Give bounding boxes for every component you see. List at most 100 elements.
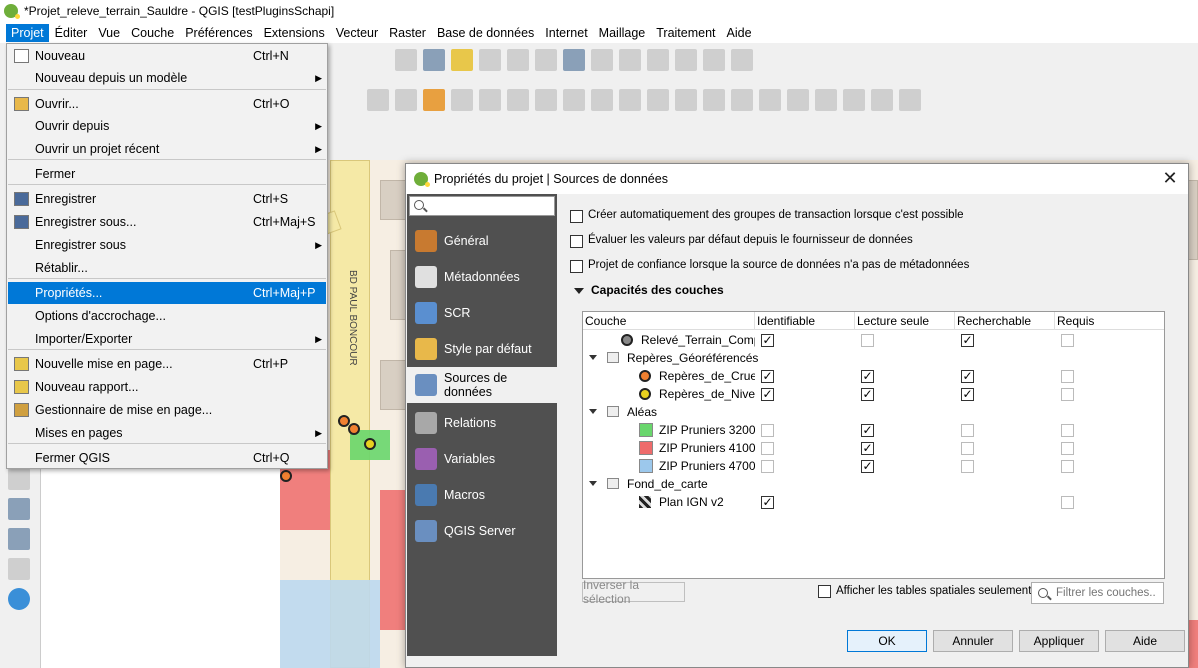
tool-icon[interactable] xyxy=(8,558,30,580)
readonly-checkbox[interactable] xyxy=(861,334,874,347)
toolbar-tool-icon[interactable] xyxy=(535,89,557,111)
toolbar-tool-icon[interactable] xyxy=(647,89,669,111)
identifiable-checkbox[interactable]: ✓ xyxy=(761,496,774,509)
filter-layers-input[interactable] xyxy=(1031,582,1164,604)
readonly-checkbox[interactable]: ✓ xyxy=(861,442,874,455)
layer-capabilities-table[interactable]: Couche Identifiable Lecture seule Rechercha… xyxy=(582,311,1165,579)
toolbar-tool-icon[interactable] xyxy=(731,49,753,71)
sidebar-item-macros[interactable]: Macros xyxy=(407,477,557,513)
identifiable-checkbox[interactable] xyxy=(761,442,774,455)
menu-item-0[interactable]: Nouveau Ctrl+N xyxy=(8,45,326,67)
menu-item-13[interactable]: Nouvelle mise en page... Ctrl+P xyxy=(8,353,326,375)
table-row[interactable]: ZIP Pruniers 3200 ✓ xyxy=(583,421,1164,439)
toolbar-tool-icon[interactable] xyxy=(507,49,529,71)
readonly-checkbox[interactable]: ✓ xyxy=(861,388,874,401)
menu-3[interactable]: Couche xyxy=(126,24,179,42)
required-checkbox[interactable] xyxy=(1061,496,1074,509)
column-header[interactable]: Requis xyxy=(1057,314,1094,328)
searchable-checkbox[interactable]: ✓ xyxy=(961,334,974,347)
toolbar-tool-icon[interactable] xyxy=(563,89,585,111)
option-checkbox-2[interactable] xyxy=(570,260,583,273)
toolbar-tool-icon[interactable] xyxy=(563,49,585,71)
menu-item-11[interactable]: Options d'accrochage... xyxy=(8,305,326,327)
toolbar-tool-icon[interactable] xyxy=(731,89,753,111)
help-button[interactable]: Aide xyxy=(1105,630,1185,652)
required-checkbox[interactable] xyxy=(1061,334,1074,347)
table-row[interactable]: ZIP Pruniers 4100 ✓ xyxy=(583,439,1164,457)
sidebar-item-relations[interactable]: Relations xyxy=(407,405,557,441)
section-header[interactable]: Capacités des couches xyxy=(574,283,724,297)
required-checkbox[interactable] xyxy=(1061,370,1074,383)
toolbar-tool-icon[interactable] xyxy=(703,89,725,111)
menu-9[interactable]: Internet xyxy=(540,24,592,42)
sidebar-item-server[interactable]: QGIS Server xyxy=(407,513,557,549)
column-header[interactable]: Identifiable xyxy=(757,314,815,328)
table-row[interactable]: Aléas xyxy=(583,403,1164,421)
toolbar-tool-icon[interactable] xyxy=(451,49,473,71)
toolbar-tool-icon[interactable] xyxy=(759,89,781,111)
toolbar-tool-icon[interactable] xyxy=(675,89,697,111)
chevron-down-icon[interactable] xyxy=(589,355,597,360)
column-header[interactable]: Lecture seule xyxy=(857,314,929,328)
option-checkbox-1[interactable] xyxy=(570,235,583,248)
tool-icon[interactable] xyxy=(8,528,30,550)
toolbar-tool-icon[interactable] xyxy=(395,49,417,71)
toolbar-tool-icon[interactable] xyxy=(619,49,641,71)
cancel-button[interactable]: Annuler xyxy=(933,630,1013,652)
searchable-checkbox[interactable]: ✓ xyxy=(961,388,974,401)
menu-item-14[interactable]: Nouveau rapport... xyxy=(8,376,326,398)
readonly-checkbox[interactable]: ✓ xyxy=(861,424,874,437)
menu-item-6[interactable]: Enregistrer Ctrl+S xyxy=(8,188,326,210)
sidebar-item-variables[interactable]: Variables xyxy=(407,441,557,477)
apply-button[interactable]: Appliquer xyxy=(1019,630,1099,652)
table-row[interactable]: Repères_Géoréférencés xyxy=(583,349,1164,367)
ok-button[interactable]: OK xyxy=(847,630,927,652)
table-row[interactable]: Repères_de_Nivell... ✓ ✓ ✓ xyxy=(583,385,1164,403)
toolbar-tool-icon[interactable] xyxy=(619,89,641,111)
column-header[interactable]: Couche xyxy=(585,314,626,328)
sidebar-item-brush[interactable]: Style par défaut xyxy=(407,331,557,367)
tool-icon[interactable] xyxy=(8,468,30,490)
refresh-icon[interactable] xyxy=(8,588,30,610)
searchable-checkbox[interactable] xyxy=(961,424,974,437)
toolbar-tool-icon[interactable] xyxy=(815,89,837,111)
toolbar-tool-icon[interactable] xyxy=(843,89,865,111)
menu-item-16[interactable]: Mises en pages ▶ xyxy=(8,422,326,444)
sidebar-item-metadata[interactable]: Métadonnées xyxy=(407,259,557,295)
table-row[interactable]: Plan IGN v2 ✓ xyxy=(583,493,1164,511)
menu-item-9[interactable]: Rétablir... xyxy=(8,257,326,279)
toolbar-tool-icon[interactable] xyxy=(591,49,613,71)
searchable-checkbox[interactable]: ✓ xyxy=(961,370,974,383)
identifiable-checkbox[interactable] xyxy=(761,424,774,437)
required-checkbox[interactable] xyxy=(1061,460,1074,473)
menu-12[interactable]: Aide xyxy=(722,24,757,42)
searchable-checkbox[interactable] xyxy=(961,460,974,473)
menu-item-5[interactable]: Fermer xyxy=(8,163,326,185)
toolbar-tool-icon[interactable] xyxy=(479,89,501,111)
close-icon[interactable]: ✕ xyxy=(1160,168,1180,189)
menu-8[interactable]: Base de données xyxy=(432,24,539,42)
menu-item-12[interactable]: Importer/Exporter ▶ xyxy=(8,328,326,350)
toolbar-tool-icon[interactable] xyxy=(899,89,921,111)
menu-7[interactable]: Raster xyxy=(384,24,431,42)
readonly-checkbox[interactable]: ✓ xyxy=(861,370,874,383)
sidebar-search-input[interactable] xyxy=(409,196,555,216)
table-row[interactable]: ZIP Pruniers 4700 ✓ xyxy=(583,457,1164,475)
menu-item-15[interactable]: Gestionnaire de mise en page... xyxy=(8,399,326,421)
chevron-down-icon[interactable] xyxy=(589,409,597,414)
toolbar-tool-icon[interactable] xyxy=(703,49,725,71)
identifiable-checkbox[interactable]: ✓ xyxy=(761,370,774,383)
toolbar-tool-icon[interactable] xyxy=(591,89,613,111)
toolbar-tool-icon[interactable] xyxy=(423,89,445,111)
option-checkbox-0[interactable] xyxy=(570,210,583,223)
menu-1[interactable]: Éditer xyxy=(50,24,93,42)
toolbar-tool-icon[interactable] xyxy=(507,89,529,111)
sidebar-item-table[interactable]: Sources de données xyxy=(407,367,557,403)
spatial-only-checkbox[interactable] xyxy=(818,585,831,598)
menu-11[interactable]: Traitement xyxy=(651,24,720,42)
menu-item-7[interactable]: Enregistrer sous... Ctrl+Maj+S xyxy=(8,211,326,233)
searchable-checkbox[interactable] xyxy=(961,442,974,455)
toolbar-tool-icon[interactable] xyxy=(367,89,389,111)
chevron-down-icon[interactable] xyxy=(589,481,597,486)
toolbar-tool-icon[interactable] xyxy=(479,49,501,71)
